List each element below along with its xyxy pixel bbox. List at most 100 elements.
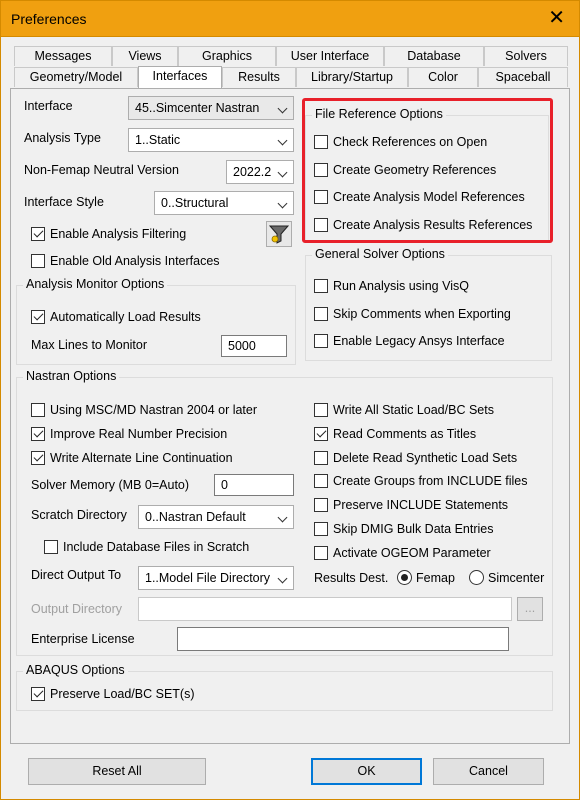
checkbox-checked-icon	[31, 687, 45, 701]
solver-memory-label: Solver Memory (MB 0=Auto)	[31, 478, 190, 492]
checkbox-checked-icon	[31, 310, 45, 324]
tab-solvers[interactable]: Solvers	[484, 46, 568, 66]
scratch-directory-select[interactable]: 0..Nastran Default	[138, 505, 294, 529]
create-geometry-references-checkbox[interactable]: Create Geometry References	[314, 162, 496, 178]
radio-simcenter[interactable]: Simcenter	[469, 570, 544, 586]
close-icon[interactable]: ✕	[548, 7, 565, 29]
scratch-directory-value: 0..Nastran Default	[145, 510, 246, 524]
radio-femap[interactable]: Femap	[397, 570, 455, 586]
solver-memory-input[interactable]: 0	[214, 474, 294, 496]
activate-ogeom-checkbox[interactable]: Activate OGEOM Parameter	[314, 545, 491, 561]
check-references-checkbox[interactable]: Check References on Open	[314, 134, 487, 150]
direct-output-select[interactable]: 1..Model File Directory	[138, 566, 294, 590]
direct-output-label: Direct Output To	[31, 568, 122, 582]
msc-nastran-checkbox[interactable]: Using MSC/MD Nastran 2004 or later	[31, 402, 257, 418]
chevron-down-icon	[277, 103, 288, 114]
tab-geometry-model[interactable]: Geometry/Model	[14, 67, 138, 87]
checkbox-checked-icon	[31, 227, 45, 241]
analysis-monitor-title: Analysis Monitor Options	[23, 277, 168, 291]
title-bar: Preferences ✕	[0, 0, 580, 37]
checkbox-icon	[314, 218, 328, 232]
interface-style-value: 0..Structural	[161, 196, 229, 210]
chevron-down-icon	[277, 135, 288, 146]
checkbox-icon	[314, 498, 328, 512]
tab-views[interactable]: Views	[112, 46, 178, 66]
checkbox-icon	[314, 163, 328, 177]
tab-database[interactable]: Database	[384, 46, 484, 66]
filter-button[interactable]	[266, 221, 292, 247]
chevron-down-icon	[277, 573, 288, 584]
interface-select[interactable]: 45..Simcenter Nastran	[128, 96, 294, 120]
tab-results[interactable]: Results	[222, 67, 296, 87]
enterprise-license-label: Enterprise License	[31, 632, 135, 646]
checkbox-icon	[44, 540, 58, 554]
tab-spaceball[interactable]: Spaceball	[478, 67, 568, 87]
interface-value: 45..Simcenter Nastran	[135, 101, 260, 115]
interface-style-select[interactable]: 0..Structural	[154, 191, 294, 215]
alternate-line-checkbox[interactable]: Write Alternate Line Continuation	[31, 450, 233, 466]
output-directory-label: Output Directory	[31, 602, 123, 616]
window-title: Preferences	[11, 11, 87, 27]
delete-synthetic-checkbox[interactable]: Delete Read Synthetic Load Sets	[314, 450, 517, 466]
enterprise-license-input[interactable]	[177, 627, 509, 651]
direct-output-value: 1..Model File Directory	[145, 571, 271, 585]
results-dest-label: Results Dest.	[314, 571, 389, 585]
checkbox-icon	[314, 403, 328, 417]
preserve-include-checkbox[interactable]: Preserve INCLUDE Statements	[314, 497, 508, 513]
max-lines-input[interactable]: 5000	[221, 335, 287, 357]
preserve-load-bc-checkbox[interactable]: Preserve Load/BC SET(s)	[31, 686, 195, 702]
ok-button[interactable]: OK	[311, 758, 422, 785]
analysis-type-value: 1..Static	[135, 133, 181, 147]
chevron-down-icon	[277, 198, 288, 209]
create-analysis-results-references-checkbox[interactable]: Create Analysis Results References	[314, 217, 532, 233]
nastran-options-title: Nastran Options	[23, 369, 120, 383]
neutral-version-value: 2022.2	[233, 165, 272, 179]
neutral-version-select[interactable]: 2022.2	[226, 160, 294, 184]
neutral-version-label: Non-Femap Neutral Version	[24, 163, 179, 177]
checkbox-icon	[314, 279, 328, 293]
enable-analysis-filtering-checkbox[interactable]: Enable Analysis Filtering	[31, 226, 186, 242]
write-static-load-checkbox[interactable]: Write All Static Load/BC Sets	[314, 402, 494, 418]
analysis-type-select[interactable]: 1..Static	[128, 128, 294, 152]
tab-library-startup[interactable]: Library/Startup	[296, 67, 408, 87]
tab-color[interactable]: Color	[408, 67, 478, 87]
checkbox-checked-icon	[31, 451, 45, 465]
enable-old-interfaces-checkbox[interactable]: Enable Old Analysis Interfaces	[31, 253, 220, 269]
cancel-button[interactable]: Cancel	[433, 758, 544, 785]
reset-all-button[interactable]: Reset All	[28, 758, 206, 785]
interface-style-label: Interface Style	[24, 195, 104, 209]
checkbox-icon	[314, 334, 328, 348]
tab-user-interface[interactable]: User Interface	[276, 46, 384, 66]
read-comments-checkbox[interactable]: Read Comments as Titles	[314, 426, 476, 442]
create-analysis-model-references-checkbox[interactable]: Create Analysis Model References	[314, 189, 525, 205]
browse-button[interactable]: ...	[517, 597, 543, 621]
checkbox-icon	[31, 254, 45, 268]
checkbox-checked-icon	[314, 427, 328, 441]
tab-messages[interactable]: Messages	[14, 46, 112, 66]
checkbox-icon	[314, 307, 328, 321]
general-solver-title: General Solver Options	[312, 247, 448, 261]
create-groups-include-checkbox[interactable]: Create Groups from INCLUDE files	[314, 473, 528, 489]
checkbox-icon	[314, 546, 328, 560]
enable-legacy-ansys-checkbox[interactable]: Enable Legacy Ansys Interface	[314, 333, 505, 349]
auto-load-results-checkbox[interactable]: Automatically Load Results	[31, 309, 201, 325]
checkbox-icon	[314, 190, 328, 204]
analysis-type-label: Analysis Type	[24, 131, 101, 145]
tab-interfaces[interactable]: Interfaces	[138, 66, 222, 88]
checkbox-icon	[314, 474, 328, 488]
chevron-down-icon	[277, 512, 288, 523]
checkbox-icon	[31, 403, 45, 417]
skip-comments-checkbox[interactable]: Skip Comments when Exporting	[314, 306, 511, 322]
checkbox-checked-icon	[31, 427, 45, 441]
radio-selected-icon	[397, 570, 412, 585]
tab-graphics[interactable]: Graphics	[178, 46, 276, 66]
checkbox-icon	[314, 135, 328, 149]
include-database-checkbox[interactable]: Include Database Files in Scratch	[44, 539, 249, 555]
checkbox-icon	[314, 522, 328, 536]
radio-icon	[469, 570, 484, 585]
run-analysis-visq-checkbox[interactable]: Run Analysis using VisQ	[314, 278, 469, 294]
skip-dmig-checkbox[interactable]: Skip DMIG Bulk Data Entries	[314, 521, 493, 537]
funnel-icon	[268, 225, 290, 244]
output-directory-input[interactable]	[138, 597, 512, 621]
improve-precision-checkbox[interactable]: Improve Real Number Precision	[31, 426, 227, 442]
